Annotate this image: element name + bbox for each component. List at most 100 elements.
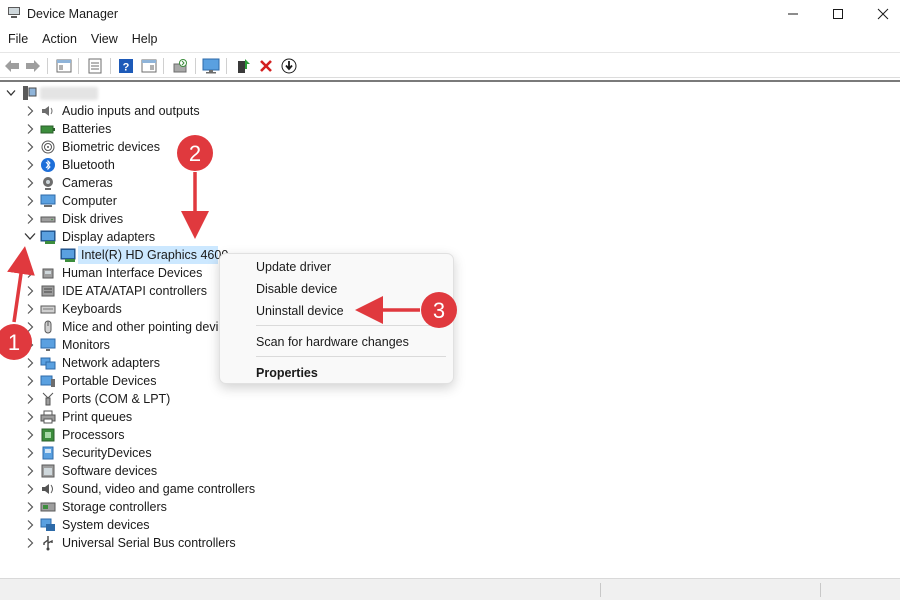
disk-drive-icon <box>40 216 56 223</box>
tree-category[interactable]: Biometric devices <box>0 138 600 156</box>
chevron-right-icon[interactable] <box>24 159 36 171</box>
chevron-right-icon[interactable] <box>24 447 36 459</box>
help-button[interactable]: ? <box>116 56 136 76</box>
chevron-right-icon[interactable] <box>24 375 36 387</box>
toolbar-separator <box>110 58 111 74</box>
computer-icon <box>40 194 56 207</box>
uninstall-button[interactable] <box>256 56 276 76</box>
chevron-right-icon[interactable] <box>24 411 36 423</box>
ide-controller-icon <box>41 285 55 297</box>
processor-icon <box>41 428 55 442</box>
tree-category[interactable]: Sound, video and game controllers <box>0 480 600 498</box>
chevron-right-icon[interactable] <box>24 195 36 207</box>
tree-category[interactable]: SecurityDevices <box>0 444 600 462</box>
download-arrow-icon <box>281 58 297 74</box>
help-icon: ? <box>119 59 133 74</box>
chevron-right-icon[interactable] <box>24 123 36 135</box>
update-driver-icon <box>238 59 250 73</box>
action-pane-button[interactable] <box>139 56 159 76</box>
tree-category[interactable]: Audio inputs and outputs <box>0 102 600 120</box>
tree-category[interactable]: Ports (COM & LPT) <box>0 390 600 408</box>
chevron-right-icon[interactable] <box>24 285 36 297</box>
mouse-icon <box>44 320 52 334</box>
scan-hardware-icon <box>173 59 187 73</box>
tree-category[interactable]: Software devices <box>0 462 600 480</box>
disable-device-button[interactable] <box>279 56 299 76</box>
tree-category[interactable]: Universal Serial Bus controllers <box>0 534 600 552</box>
minimize-button[interactable] <box>770 0 816 28</box>
menu-view[interactable]: View <box>84 29 125 51</box>
toolbar-separator <box>47 58 48 74</box>
tree-category[interactable]: Bluetooth <box>0 156 600 174</box>
chevron-right-icon[interactable] <box>24 303 36 315</box>
chevron-right-icon[interactable] <box>24 339 36 351</box>
tree-category[interactable]: Processors <box>0 426 600 444</box>
tree-category[interactable]: Cameras <box>0 174 600 192</box>
chevron-right-icon[interactable] <box>24 483 36 495</box>
close-button[interactable] <box>860 0 900 28</box>
chevron-right-icon[interactable] <box>24 105 36 117</box>
status-divider <box>820 583 821 597</box>
tree-category[interactable]: System devices <box>0 516 600 534</box>
maximize-button[interactable] <box>815 0 861 28</box>
maximize-icon <box>833 9 843 19</box>
chevron-right-icon[interactable] <box>24 537 36 549</box>
chevron-right-icon[interactable] <box>24 429 36 441</box>
menu-help[interactable]: Help <box>125 29 165 51</box>
scan-hardware-button[interactable] <box>170 56 190 76</box>
tree-category[interactable]: Disk drives <box>0 210 600 228</box>
svg-text:?: ? <box>123 62 130 74</box>
chevron-down-icon[interactable] <box>24 231 36 243</box>
forward-button[interactable] <box>23 56 43 76</box>
chevron-right-icon[interactable] <box>24 501 36 513</box>
tree-root[interactable] <box>0 84 300 102</box>
chevron-right-icon[interactable] <box>24 141 36 153</box>
menu-file[interactable]: File <box>0 29 35 51</box>
minimize-icon <box>788 13 798 15</box>
ctx-scan-hardware[interactable]: Scan for hardware changes <box>256 335 409 349</box>
chevron-right-icon[interactable] <box>24 177 36 189</box>
properties-button[interactable] <box>85 56 105 76</box>
fingerprint-icon <box>41 140 55 154</box>
tree-category-label: Processors <box>62 428 125 442</box>
status-bar <box>0 578 900 600</box>
bluetooth-icon <box>41 158 55 172</box>
chevron-down-icon[interactable] <box>6 89 16 97</box>
chevron-right-icon[interactable] <box>24 465 36 477</box>
tree-category[interactable]: Computer <box>0 192 600 210</box>
computer-name-redacted <box>40 87 98 100</box>
camera-icon <box>43 177 53 190</box>
toolbar-separator <box>163 58 164 74</box>
tree-category[interactable]: Display adapters <box>0 228 600 246</box>
chevron-right-icon[interactable] <box>24 357 36 369</box>
tree-category-label: Universal Serial Bus controllers <box>62 536 236 550</box>
ctx-update-driver[interactable]: Update driver <box>256 260 331 274</box>
chevron-right-icon[interactable] <box>24 267 36 279</box>
ctx-uninstall-device[interactable]: Uninstall device <box>256 304 344 318</box>
tree-category-label: Cameras <box>62 176 113 190</box>
hid-icon <box>42 268 54 279</box>
ctx-properties[interactable]: Properties <box>256 366 318 380</box>
toolbar-separator <box>226 58 227 74</box>
back-arrow-icon <box>5 60 19 72</box>
chevron-right-icon[interactable] <box>24 321 36 333</box>
show-hide-tree-button[interactable] <box>54 56 74 76</box>
chevron-right-icon[interactable] <box>24 213 36 225</box>
tree-category-label: Mice and other pointing devi <box>62 320 219 334</box>
tree-category[interactable]: Print queues <box>0 408 600 426</box>
chevron-right-icon[interactable] <box>24 393 36 405</box>
tree-category[interactable]: Storage controllers <box>0 498 600 516</box>
toolbar: ? <box>0 52 900 78</box>
tree-category-label: Keyboards <box>62 302 122 316</box>
monitor-button[interactable] <box>201 56 221 76</box>
system-device-icon <box>40 518 55 531</box>
tree-category[interactable]: Batteries <box>0 120 600 138</box>
ctx-disable-device[interactable]: Disable device <box>256 282 337 296</box>
usb-icon <box>43 536 53 551</box>
chevron-right-icon[interactable] <box>24 519 36 531</box>
update-driver-button[interactable] <box>233 56 253 76</box>
back-button[interactable] <box>2 56 22 76</box>
menu-action[interactable]: Action <box>35 29 84 51</box>
tree-category-label: Computer <box>62 194 117 208</box>
speaker-icon <box>42 106 53 116</box>
